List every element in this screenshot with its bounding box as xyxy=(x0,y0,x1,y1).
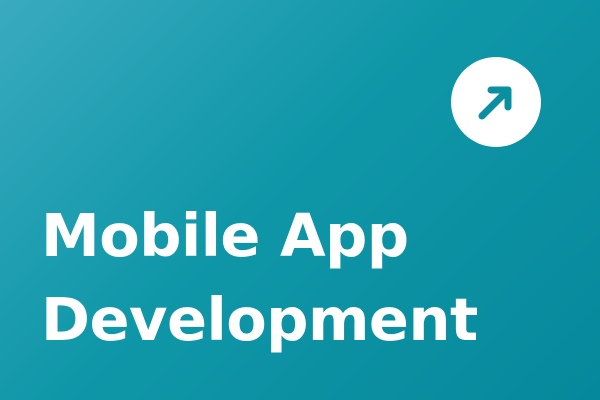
card-title-line-2: Development xyxy=(41,285,478,354)
card-title-line-1: Mobile App xyxy=(41,201,409,270)
mobile-app-development-card[interactable]: Mobile App Development xyxy=(0,0,600,400)
card-title: Mobile App Development xyxy=(41,194,478,362)
arrow-up-right-icon xyxy=(478,86,512,120)
open-link-button[interactable] xyxy=(451,57,541,147)
